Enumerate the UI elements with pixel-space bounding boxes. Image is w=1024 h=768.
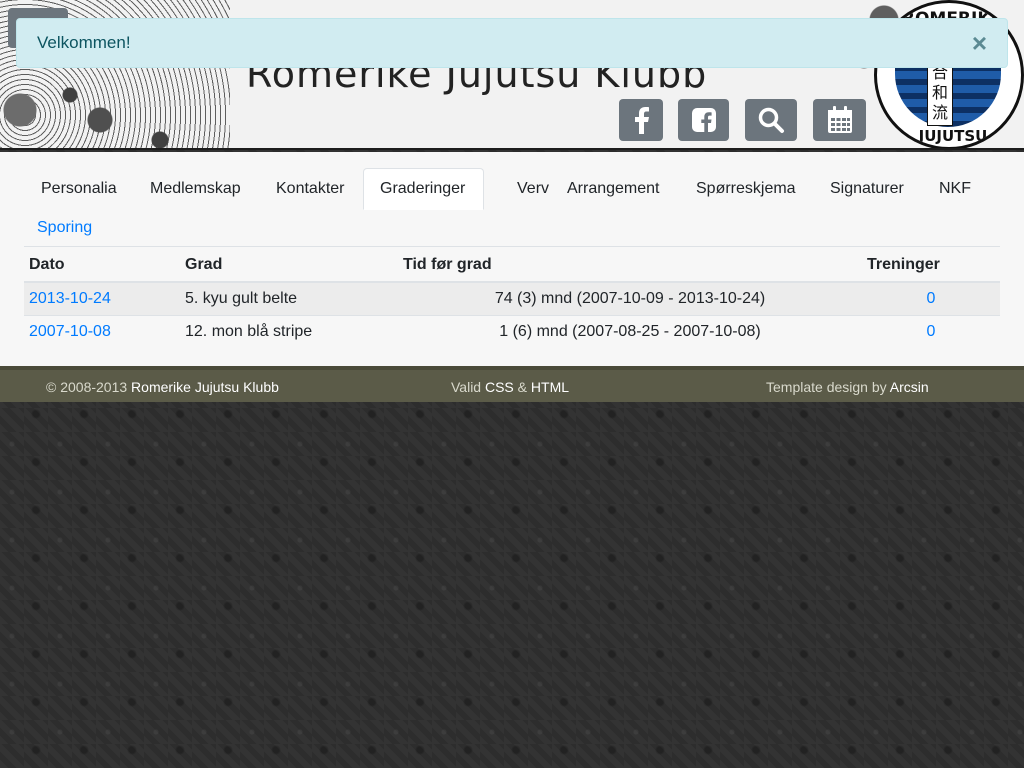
search-button[interactable] <box>745 99 797 141</box>
alert-message: Velkommen! <box>37 33 131 52</box>
copyright-text: © 2008-2013 <box>46 379 128 395</box>
club-link[interactable]: Romerike Jujutsu Klubb <box>131 379 279 395</box>
grades-table: Dato Grad Tid før grad Treninger 2013-10… <box>24 249 1000 348</box>
calendar-button[interactable] <box>813 99 866 141</box>
footer-credit: Template design by Arcsin <box>766 379 929 395</box>
facebook-square-icon <box>691 108 716 132</box>
tab-kontakter[interactable]: Kontakter <box>260 168 360 210</box>
date-link[interactable]: 2013-10-24 <box>29 290 111 307</box>
template-text: Template design by <box>766 379 887 395</box>
table-row: 2013-10-24 5. kyu gult belte 74 (3) mnd … <box>24 281 1000 315</box>
valid-text: Valid <box>451 379 482 395</box>
duration-cell: 74 (3) mnd (2007-10-09 - 2013-10-24) <box>398 281 862 315</box>
tab-medlemskap[interactable]: Medlemskap <box>134 168 257 210</box>
grade-cell: 12. mon blå stripe <box>180 314 398 348</box>
amp-text: & <box>517 379 528 395</box>
welcome-alert: Velkommen! × <box>16 18 1008 68</box>
designer-link[interactable]: Arcsin <box>890 379 929 395</box>
header-treninger[interactable]: Treninger <box>862 249 1000 283</box>
trainings-link[interactable]: 0 <box>927 290 936 307</box>
tab-personalia[interactable]: Personalia <box>25 168 133 210</box>
table-row: 2007-10-08 12. mon blå stripe 1 (6) mnd … <box>24 314 1000 348</box>
tab-nkf[interactable]: NKF <box>923 168 987 210</box>
tab-signaturer[interactable]: Signaturer <box>814 168 920 210</box>
tab-sporreskjema[interactable]: Spørreskjema <box>680 168 812 210</box>
date-link[interactable]: 2007-10-08 <box>29 323 111 340</box>
trainings-link[interactable]: 0 <box>927 323 936 340</box>
css-link[interactable]: CSS <box>485 379 514 395</box>
table-header-row: Dato Grad Tid før grad Treninger <box>24 249 1000 283</box>
grade-cell: 5. kyu gult belte <box>180 281 398 315</box>
duration-cell: 1 (6) mnd (2007-08-25 - 2007-10-08) <box>398 314 862 348</box>
calendar-icon <box>827 106 852 133</box>
logo-bottom-text: JUJUTSU KLUBB <box>918 127 988 147</box>
tab-graderinger[interactable]: Graderinger <box>363 168 484 210</box>
tab-bar: Personalia Medlemskap Kontakter Graderin… <box>24 168 1000 247</box>
html-link[interactable]: HTML <box>531 379 569 395</box>
facebook-page-button[interactable] <box>678 99 729 141</box>
trainings-cell: 0 <box>862 281 1000 315</box>
footer-validation: Valid CSS & HTML <box>451 379 569 395</box>
date-cell: 2013-10-24 <box>24 281 180 315</box>
footer-copyright: © 2008-2013 Romerike Jujutsu Klubb <box>46 379 279 395</box>
site-footer: © 2008-2013 Romerike Jujutsu Klubb Valid… <box>0 366 1024 402</box>
close-icon[interactable]: × <box>972 30 987 56</box>
header-grad[interactable]: Grad <box>180 249 398 283</box>
facebook-icon <box>635 107 649 134</box>
tab-sporing[interactable]: Sporing <box>21 207 108 249</box>
facebook-button[interactable] <box>619 99 663 141</box>
date-cell: 2007-10-08 <box>24 314 180 348</box>
search-icon <box>758 107 784 133</box>
tab-arrangement[interactable]: Arrangement <box>551 168 676 210</box>
header-tid[interactable]: Tid før grad <box>398 249 862 283</box>
header-dato[interactable]: Dato <box>24 249 180 283</box>
main-panel: Personalia Medlemskap Kontakter Graderin… <box>0 152 1024 366</box>
trainings-cell: 0 <box>862 314 1000 348</box>
